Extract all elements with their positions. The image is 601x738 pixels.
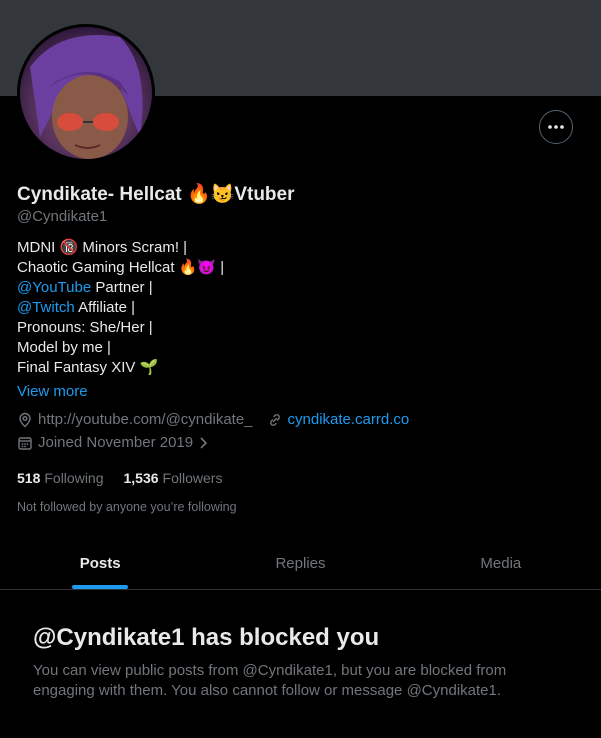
location-icon [19,412,31,427]
profile-meta-row: http://youtube.com/@cyndikate_ cyndikate… [17,411,409,428]
link-icon [269,413,280,426]
bio-line: Model by me | [17,339,111,356]
bio-line: Chaotic Gaming Hellcat 🔥😈 | [17,259,225,276]
bio-line: MDNI 🔞 Minors Scram! | [17,239,188,256]
followers-link[interactable]: 1,536 Followers [124,470,223,486]
bio-text: Partner | [91,279,153,296]
active-tab-indicator [72,585,129,589]
followers-count: 1,536 [123,470,159,486]
following-count: 518 [17,470,41,486]
followers-label: Followers [162,470,223,486]
blocked-message: You can view public posts from @Cyndikat… [33,662,507,699]
blocked-title: @Cyndikate1 has blocked you [33,624,380,651]
more-icon [548,125,564,129]
website-link[interactable]: cyndikate.carrd.co [288,411,410,428]
following-label: Following [44,470,104,486]
youtube-mention-link[interactable]: @YouTube [17,279,91,296]
avatar-image [30,35,143,159]
not-followed-notice: Not followed by anyone you’re following [17,500,237,514]
bio-line: @Twitch Affiliate | [17,298,224,318]
joined-row[interactable]: Joined November 2019 [17,434,214,451]
bio-line: Pronouns: She/Her | [17,319,153,336]
profile-bio: MDNI 🔞 Minors Scram! | Chaotic Gaming He… [17,238,224,378]
tab-media[interactable]: Media [401,537,601,589]
chevron-right-icon [200,436,208,449]
following-link[interactable]: 518 Following [17,470,104,486]
calendar-icon [18,436,32,450]
tab-label: Media [480,554,522,572]
profile-avatar[interactable] [17,24,155,162]
bio-line: Final Fantasy XIV 🌱 [17,359,159,376]
view-more-link[interactable]: View more [17,383,88,400]
twitch-mention-link[interactable]: @Twitch [17,299,75,316]
tab-replies[interactable]: Replies [200,537,400,589]
bio-text: Affiliate | [74,299,136,316]
tab-label: Replies [275,554,326,572]
follow-stats: 518 Following 1,536 Followers [17,470,242,486]
tab-label: Posts [79,554,121,572]
joined-date: Joined November 2019 [38,434,194,451]
more-options-button[interactable] [539,110,573,144]
tab-posts[interactable]: Posts [0,537,200,589]
user-handle: @Cyndikate1 [17,208,108,225]
profile-tabs: Posts Replies Media [0,537,601,590]
bio-line: @YouTube Partner | [17,278,224,298]
website-text[interactable]: http://youtube.com/@cyndikate_ [38,411,253,428]
display-name: Cyndikate- Hellcat 🔥😼Vtuber [17,184,295,205]
